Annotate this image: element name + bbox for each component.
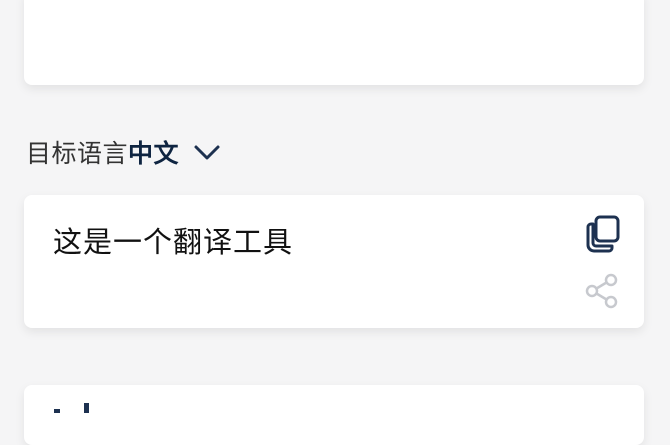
translation-result-card: 这是一个翻译工具 bbox=[24, 195, 644, 328]
chevron-down-icon[interactable] bbox=[193, 142, 221, 162]
target-language-selector[interactable]: 目标语言 中文 bbox=[26, 134, 221, 170]
share-icon[interactable] bbox=[584, 273, 620, 309]
source-text-card[interactable] bbox=[24, 0, 644, 85]
cropped-content bbox=[54, 403, 89, 413]
copy-icon[interactable] bbox=[582, 213, 622, 253]
target-language-label: 目标语言 bbox=[26, 139, 129, 168]
translation-result-text: 这是一个翻译工具 bbox=[53, 225, 294, 259]
target-language-value: 中文 bbox=[128, 139, 180, 168]
next-card bbox=[24, 385, 644, 445]
